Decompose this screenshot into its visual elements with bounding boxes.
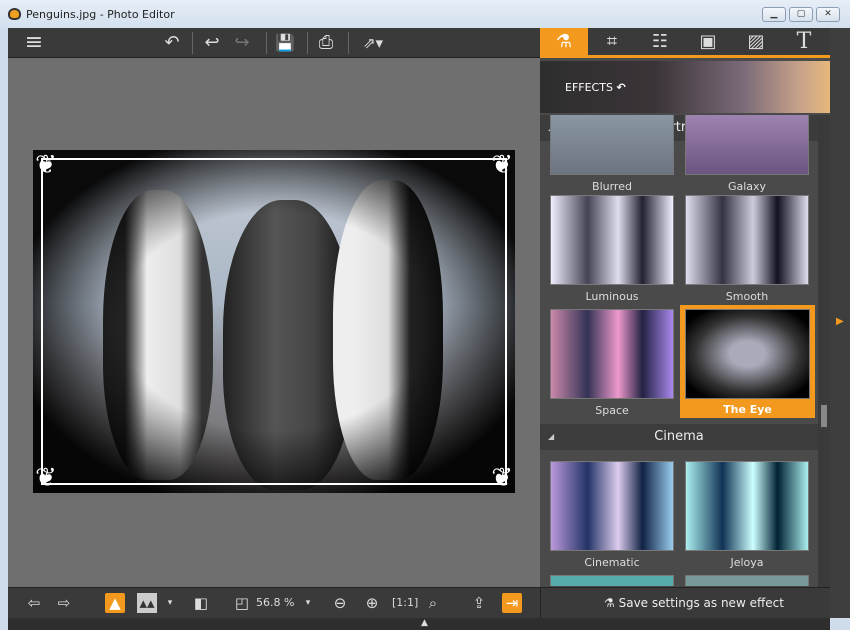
section-cinema[interactable]: ◢ Cinema xyxy=(540,424,818,450)
effect-label: The Eye xyxy=(723,403,772,416)
expand-arrow-icon[interactable]: ▶ xyxy=(836,316,844,327)
effect-luminous[interactable]: Luminous xyxy=(550,195,674,303)
tab-crop[interactable]: ⌗ xyxy=(588,28,636,58)
effect-the-eye[interactable]: The Eye xyxy=(680,305,815,418)
save-icon[interactable]: 💾 xyxy=(273,32,297,54)
divider xyxy=(266,32,267,54)
window-title: Penguins.jpg - Photo Editor xyxy=(26,8,175,21)
tab-textures[interactable]: ▨ xyxy=(732,28,780,58)
tab-effects[interactable]: ⚗ xyxy=(540,28,588,58)
revert-icon[interactable]: ↶ xyxy=(160,32,184,54)
effect-label: Smooth xyxy=(725,290,769,303)
actual-size-icon[interactable]: [1:1] xyxy=(392,593,418,613)
main-toolbar: ≡ ↶ ↩ ↪ 💾 ⎙ ⇗▾ xyxy=(8,28,540,58)
split-view-icon[interactable]: ◧ xyxy=(191,593,211,613)
effect-label: Space xyxy=(595,404,629,417)
effect-label: Galaxy xyxy=(727,180,767,193)
divider xyxy=(307,32,308,54)
bottom-strip: ▲ xyxy=(8,618,830,630)
effect-space[interactable]: Space xyxy=(550,309,674,417)
tab-frames[interactable]: ▣ xyxy=(684,28,732,58)
previous-image-icon[interactable]: ⇦ xyxy=(24,593,44,613)
menu-icon[interactable]: ≡ xyxy=(22,32,46,54)
scrollbar-thumb[interactable] xyxy=(821,405,827,427)
zoom-out-icon[interactable]: ⊖ xyxy=(330,593,350,613)
effect-label: Jeloya xyxy=(730,556,764,569)
panel-tabs: ⚗ ⌗ ☷ ▣ ▨ T xyxy=(540,28,830,58)
minimize-button[interactable]: ▁ xyxy=(762,7,786,22)
effect-partial[interactable] xyxy=(685,575,809,586)
effect-partial[interactable] xyxy=(550,575,674,586)
title-bar: Penguins.jpg - Photo Editor ▁ ▢ ✕ xyxy=(0,0,850,28)
image-canvas[interactable]: ❦ ❦ ❦ ❦ xyxy=(8,58,540,587)
expand-up-icon[interactable]: ▲ xyxy=(421,618,428,628)
panel-edge: ▶ xyxy=(830,28,850,618)
zoom-dropdown-icon[interactable]: ▾ xyxy=(298,593,318,613)
single-view-icon[interactable]: ▲ xyxy=(105,593,125,613)
next-image-icon[interactable]: ⇨ xyxy=(54,593,74,613)
tab-text[interactable]: T xyxy=(780,28,828,58)
divider xyxy=(348,32,349,54)
close-button[interactable]: ✕ xyxy=(816,7,840,22)
redo-icon[interactable]: ↪ xyxy=(230,32,254,54)
compare-view-icon[interactable]: ▴▴ xyxy=(137,593,157,613)
compare-dropdown-icon[interactable]: ▾ xyxy=(160,593,180,613)
back-icon: ↶ xyxy=(616,81,626,94)
share-icon[interactable]: ⇗▾ xyxy=(356,32,390,54)
effect-smooth[interactable]: Smooth xyxy=(685,195,809,303)
exit-icon[interactable]: ⇥ xyxy=(502,593,522,613)
tab-adjust[interactable]: ☷ xyxy=(636,28,684,58)
effect-label: Luminous xyxy=(585,290,639,303)
effect-blurred[interactable]: Blurred xyxy=(550,115,674,193)
effects-back-button[interactable]: EFFECTS ↶ xyxy=(565,81,626,94)
effects-banner: EFFECTS ↶ xyxy=(540,61,830,113)
effects-list: ◢Portrait Blurred Galaxy Luminous Smooth… xyxy=(540,115,818,587)
effect-cinematic[interactable]: Cinematic xyxy=(550,461,674,569)
effects-panel: ⚗ ⌗ ☷ ▣ ▨ T EFFECTS ↶ ◢Portrait Blurred … xyxy=(540,28,830,587)
decorative-frame xyxy=(41,158,507,485)
app-icon xyxy=(8,8,21,20)
zoom-fit-icon[interactable]: ⌕ xyxy=(423,593,443,613)
zoom-in-icon[interactable]: ⊕ xyxy=(362,593,382,613)
effect-galaxy[interactable]: Galaxy xyxy=(685,115,809,193)
divider xyxy=(192,32,193,54)
upload-icon[interactable]: ⇪ xyxy=(469,593,489,613)
bottom-toolbar: ⇦ ⇨ ▲ ▴▴ ▾ ◧ ◰ 56.8 % ▾ ⊖ ⊕ [1:1] ⌕ ⇪ ⇥ … xyxy=(8,587,830,619)
save-effect-label: Save settings as new effect xyxy=(618,596,784,610)
collapse-icon: ◢ xyxy=(548,432,555,441)
undo-icon[interactable]: ↩ xyxy=(200,32,224,54)
save-effect-button[interactable]: ⚗ Save settings as new effect xyxy=(604,593,784,613)
effect-jeloya[interactable]: Jeloya xyxy=(685,461,809,569)
effects-scrollbar[interactable] xyxy=(818,115,830,587)
effects-title: EFFECTS xyxy=(565,81,613,94)
section-title: Cinema xyxy=(654,429,704,444)
effect-label: Blurred xyxy=(592,180,632,193)
fit-icon[interactable]: ◰ xyxy=(232,593,252,613)
maximize-button[interactable]: ▢ xyxy=(789,7,813,22)
zoom-level[interactable]: 56.8 % xyxy=(256,593,294,613)
penguins-photo: ❦ ❦ ❦ ❦ xyxy=(33,150,515,493)
print-icon[interactable]: ⎙ xyxy=(314,32,338,54)
effect-label: Cinematic xyxy=(584,556,640,569)
flask-plus-icon: ⚗ xyxy=(604,596,615,610)
